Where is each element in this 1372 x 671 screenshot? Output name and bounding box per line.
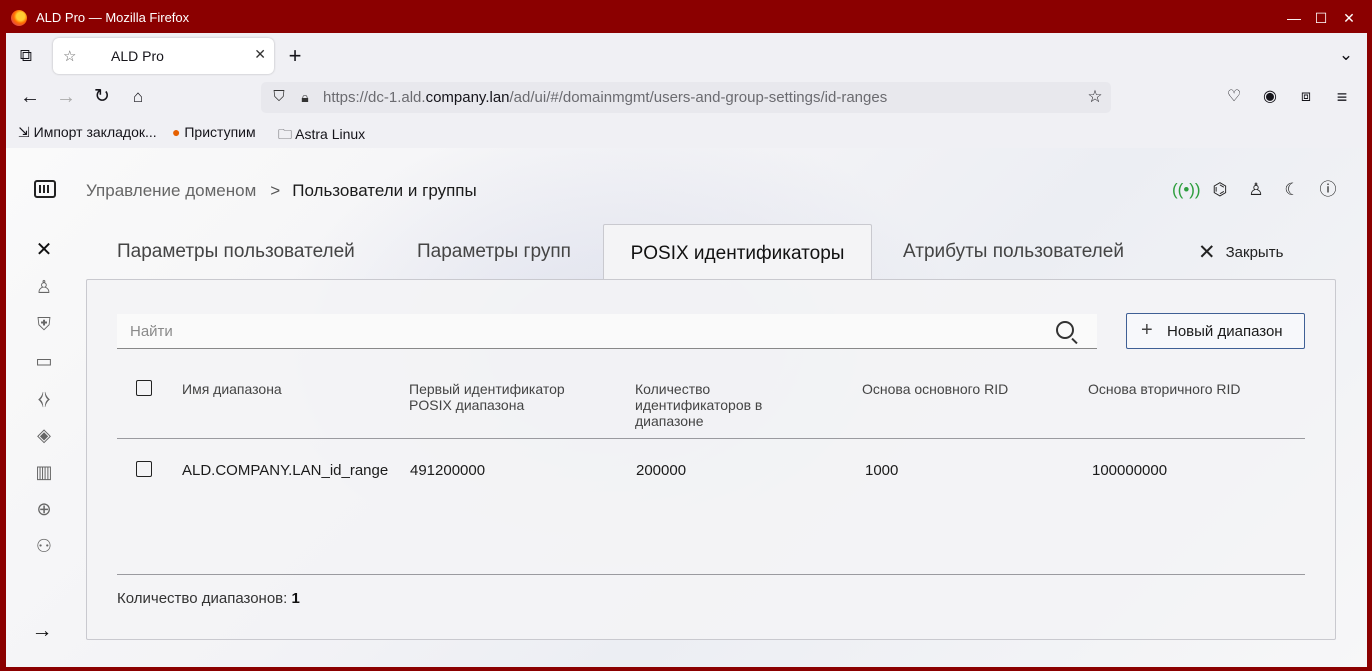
page-content: Управление доменом > Пользователи и группы…: [6, 148, 1367, 667]
bookmark-astra-linux[interactable]: 🗀 Astra Linux: [278, 124, 365, 148]
expand-sidebar-arrow-icon[interactable]: →: [30, 619, 54, 643]
bookmark-star-icon[interactable]: ☆: [1083, 85, 1107, 109]
ald-pro-logo[interactable]: [34, 180, 56, 198]
column-header-name[interactable]: Имя диапазона: [182, 381, 282, 397]
home-icon[interactable]: ⌂: [126, 85, 150, 109]
cell-primary-rid: 1000: [865, 462, 899, 479]
row-checkbox[interactable]: [136, 461, 152, 477]
window-icon[interactable]: ▭: [32, 349, 56, 373]
tools-icon[interactable]: ✕: [32, 238, 56, 262]
code-file-icon[interactable]: ⧼⧽: [32, 386, 56, 410]
close-icon: ✕: [1198, 241, 1216, 264]
maximize-button[interactable]: ☐: [1311, 8, 1331, 28]
footer-divider: [117, 574, 1305, 575]
tab-list-chevron-icon[interactable]: ⌄: [1334, 43, 1358, 67]
browser-chrome: ⧉ ☆ ALD Pro ✕ + ⌄ ← → ↻ ⌂ ⛉ 🔒︎ https://d…: [6, 33, 1367, 148]
url-text: https://dc-1.ald.company.lan/ad/ui/#/dom…: [323, 89, 888, 106]
bar-chart-icon[interactable]: ▥: [32, 460, 56, 484]
menu-icon[interactable]: ≡: [1330, 85, 1354, 109]
bookmarks-toolbar: ⇲ Импорт закладок... ● Приступим 🗀 Astra…: [6, 116, 1367, 148]
column-header-first-id[interactable]: Первый идентификатор POSIX диапазона: [409, 381, 589, 413]
select-all-checkbox[interactable]: [136, 380, 152, 396]
column-header-count[interactable]: Количество идентификаторов в диапазоне: [635, 381, 785, 429]
breadcrumb-parent[interactable]: Управление доменом: [86, 181, 256, 200]
account-icon[interactable]: ◉: [1258, 85, 1282, 109]
browser-tab-title: ALD Pro: [111, 48, 164, 64]
column-header-secondary-rid[interactable]: Основа вторичного RID: [1088, 381, 1241, 397]
plus-icon: +: [1141, 319, 1153, 341]
search-icon[interactable]: [1056, 321, 1074, 339]
user-icon[interactable]: ♙: [1244, 178, 1268, 202]
bookmark-import[interactable]: ⇲ Импорт закладок...: [18, 124, 157, 141]
window-titlebar: ALD Pro — Mozilla Firefox — ☐ ✕: [0, 0, 1372, 36]
lock-icon[interactable]: 🔒︎: [293, 85, 317, 109]
tab-group-params[interactable]: Параметры групп: [417, 241, 571, 263]
help-icon[interactable]: ⓘ: [1316, 178, 1340, 202]
cell-first-id: 491200000: [410, 462, 486, 479]
users-group-icon[interactable]: ⚇: [32, 534, 56, 558]
firefox-logo-icon: [11, 10, 27, 26]
extensions-icon[interactable]: ⧈: [1294, 85, 1318, 109]
star-icon: ☆: [63, 48, 77, 65]
breadcrumb-separator: >: [270, 181, 281, 200]
new-tab-icon[interactable]: +: [283, 44, 307, 68]
nav-bar: ← → ↻ ⌂ ⛉ 🔒︎ https://dc-1.ald.company.la…: [6, 78, 1367, 116]
forward-icon[interactable]: →: [54, 85, 78, 109]
window-title: ALD Pro — Mozilla Firefox: [36, 10, 190, 25]
shield-icon[interactable]: ⛉: [267, 85, 291, 109]
column-header-primary-rid[interactable]: Основа основного RID: [862, 381, 1008, 397]
search-box: [117, 314, 1097, 349]
layers-icon[interactable]: ◈: [32, 423, 56, 447]
new-range-button[interactable]: + Новый диапазон: [1126, 313, 1305, 349]
reload-icon[interactable]: ↻: [90, 85, 114, 109]
network-status-icon[interactable]: ((•)): [1172, 178, 1201, 202]
sitemap-icon[interactable]: ⌬: [1208, 178, 1232, 202]
cell-range-name[interactable]: ALD.COMPANY.LAN_id_range: [182, 462, 388, 479]
tab-user-params[interactable]: Параметры пользователей: [117, 241, 355, 263]
close-tab-icon[interactable]: ✕: [254, 46, 266, 63]
back-icon[interactable]: ←: [18, 85, 42, 109]
bookmark-get-started[interactable]: ● Приступим: [172, 124, 256, 140]
dark-mode-icon[interactable]: ☾: [1280, 178, 1304, 202]
minimize-button[interactable]: —: [1284, 8, 1304, 28]
breadcrumb: Управление доменом > Пользователи и группы: [86, 181, 477, 201]
tab-user-attributes[interactable]: Атрибуты пользователей: [903, 241, 1124, 263]
id-ranges-panel: + Новый диапазон Имя диапазона Первый ид…: [86, 279, 1336, 640]
search-input[interactable]: [117, 314, 1017, 348]
window-close-button[interactable]: ✕: [1339, 8, 1359, 28]
tab-posix-ids[interactable]: POSIX идентификаторы: [603, 224, 872, 280]
security-shield-icon[interactable]: ⛨: [32, 312, 56, 336]
tab-overview-icon[interactable]: ⧉: [14, 44, 38, 68]
url-bar[interactable]: ⛉ 🔒︎ https://dc-1.ald.company.lan/ad/ui/…: [261, 82, 1111, 113]
cell-secondary-rid: 100000000: [1092, 462, 1168, 479]
ranges-count: Количество диапазонов: 1: [117, 590, 300, 607]
header-divider: [117, 438, 1305, 439]
search-zoom-icon[interactable]: ⊕: [32, 497, 56, 521]
user-settings-icon[interactable]: ♙: [32, 275, 56, 299]
browser-tab[interactable]: ☆ ALD Pro ✕: [53, 38, 274, 74]
breadcrumb-current: Пользователи и группы: [292, 181, 477, 200]
close-settings-button[interactable]: ✕ Закрыть: [1198, 240, 1283, 265]
pocket-icon[interactable]: ♡: [1222, 85, 1246, 109]
tab-bar: ⧉ ☆ ALD Pro ✕ + ⌄: [6, 33, 1367, 78]
cell-count: 200000: [636, 462, 687, 479]
